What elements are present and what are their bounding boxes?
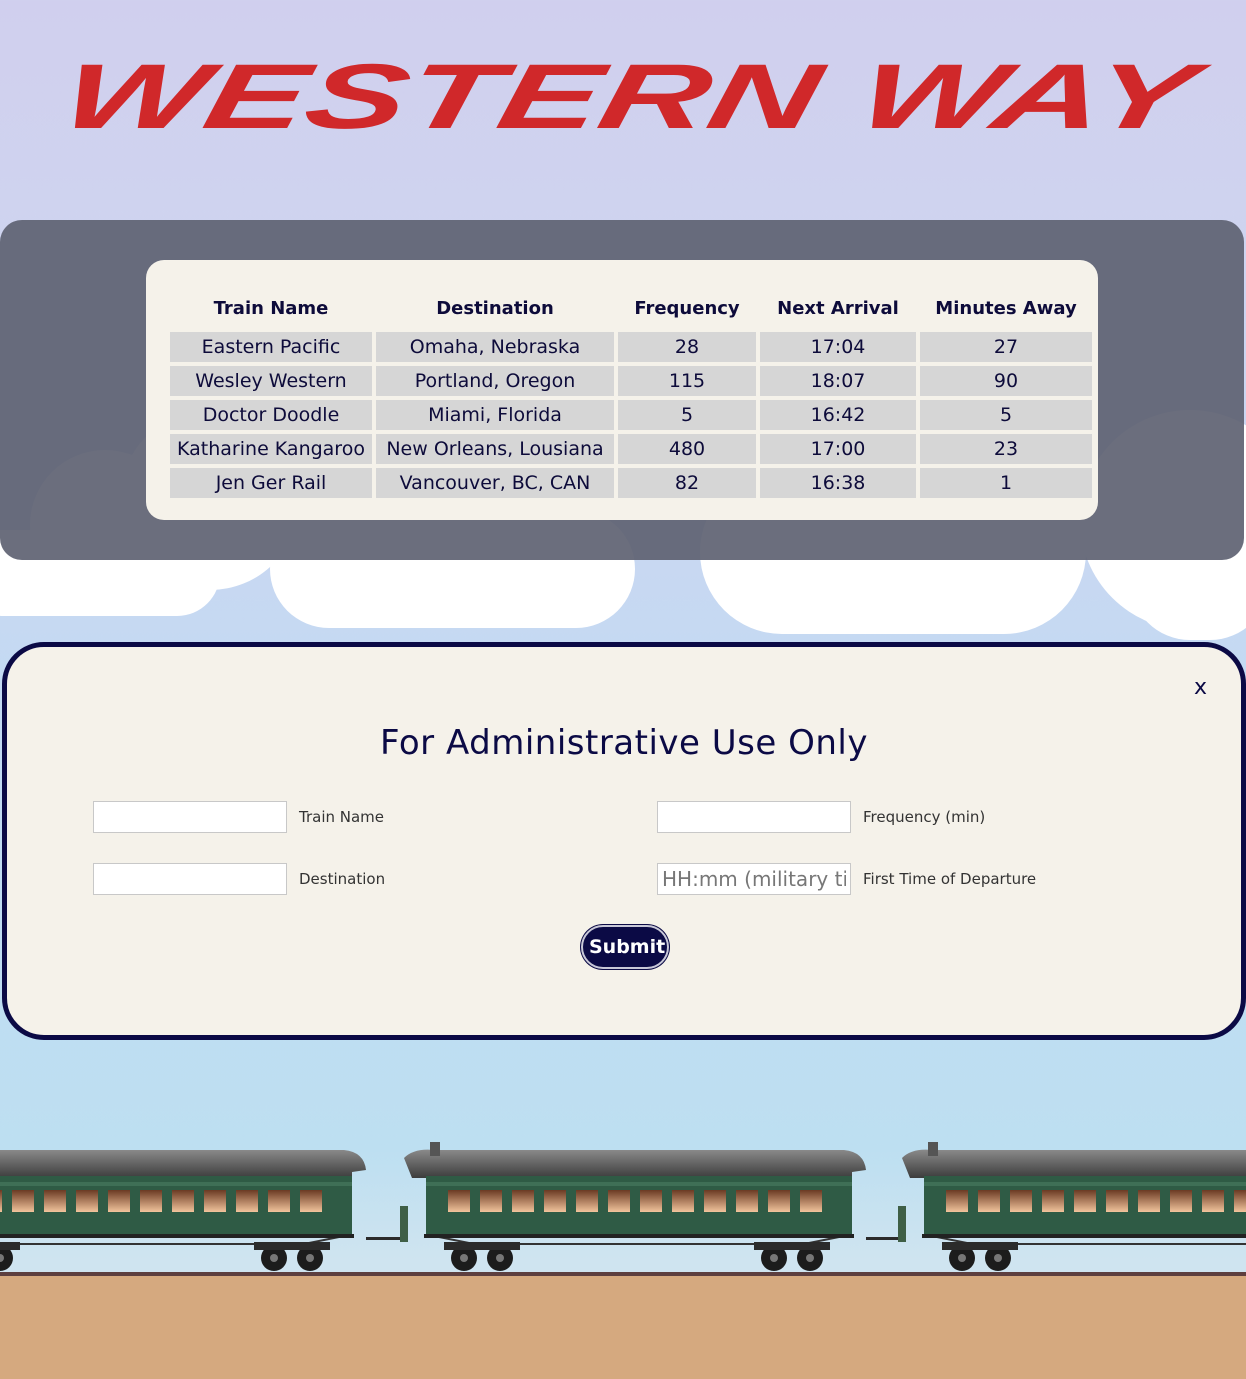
train-graphic [0,1141,1246,1272]
schedule-table: Train Name Destination Frequency Next Ar… [166,284,1096,502]
column-header-frequency: Frequency [634,297,740,319]
first-departure-field-group: First Time of Departure [657,863,1036,895]
site-title: WESTERN WAY [53,45,1218,148]
cell-next-arrival: 16:42 [760,400,916,430]
cell-minutes-away: 27 [920,332,1092,362]
cell-frequency: 480 [618,434,756,464]
table-row: Eastern Pacific Omaha, Nebraska 28 17:04… [170,332,1092,362]
cell-destination: Omaha, Nebraska [376,332,614,362]
cell-frequency: 28 [618,332,756,362]
cell-minutes-away: 5 [920,400,1092,430]
frequency-label: Frequency (min) [863,808,986,826]
column-header-next-arrival: Next Arrival [777,297,899,319]
cell-next-arrival: 17:04 [760,332,916,362]
cell-frequency: 115 [618,366,756,396]
cell-next-arrival: 16:38 [760,468,916,498]
schedule-card: Train Name Destination Frequency Next Ar… [146,260,1098,520]
frequency-input[interactable] [657,801,851,833]
cell-destination: Miami, Florida [376,400,614,430]
first-departure-label: First Time of Departure [863,870,1037,888]
cell-minutes-away: 1 [920,468,1092,498]
cell-destination: New Orleans, Lousiana [376,434,614,464]
admin-title: For Administrative Use Only [380,723,868,763]
column-header-destination: Destination [436,297,554,319]
train-name-input[interactable] [93,801,287,833]
table-row: Jen Ger Rail Vancouver, BC, CAN 82 16:38… [170,468,1092,498]
train-name-field-group: Train Name [93,801,384,833]
destination-field-group: Destination [93,863,385,895]
close-button[interactable]: x [1194,675,1207,700]
ground [0,1276,1246,1379]
cell-destination: Portland, Oregon [376,366,614,396]
cell-next-arrival: 17:00 [760,434,916,464]
cell-next-arrival: 18:07 [760,366,916,396]
cell-train-name: Wesley Western [170,366,372,396]
table-row: Doctor Doodle Miami, Florida 5 16:42 5 [170,400,1092,430]
train-name-label: Train Name [299,808,385,826]
cell-train-name: Eastern Pacific [170,332,372,362]
cell-train-name: Katharine Kangaroo [170,434,372,464]
table-header-row: Train Name Destination Frequency Next Ar… [170,288,1092,328]
site-logo: WESTERN WAY [0,40,1246,160]
column-header-minutes-away: Minutes Away [935,297,1077,319]
cell-minutes-away: 90 [920,366,1092,396]
cell-minutes-away: 23 [920,434,1092,464]
table-row: Katharine Kangaroo New Orleans, Lousiana… [170,434,1092,464]
admin-panel: x For Administrative Use Only Train Name… [2,642,1246,1040]
column-header-train-name: Train Name [213,297,329,319]
cell-train-name: Doctor Doodle [170,400,372,430]
first-departure-input[interactable] [657,863,851,895]
destination-label: Destination [299,870,386,888]
frequency-field-group: Frequency (min) [657,801,985,833]
destination-input[interactable] [93,863,287,895]
train-illustration [0,1130,1246,1280]
cell-frequency: 5 [618,400,756,430]
submit-button[interactable]: Submit [581,925,669,969]
table-row: Wesley Western Portland, Oregon 115 18:0… [170,366,1092,396]
cell-train-name: Jen Ger Rail [170,468,372,498]
cell-destination: Vancouver, BC, CAN [376,468,614,498]
cell-frequency: 82 [618,468,756,498]
